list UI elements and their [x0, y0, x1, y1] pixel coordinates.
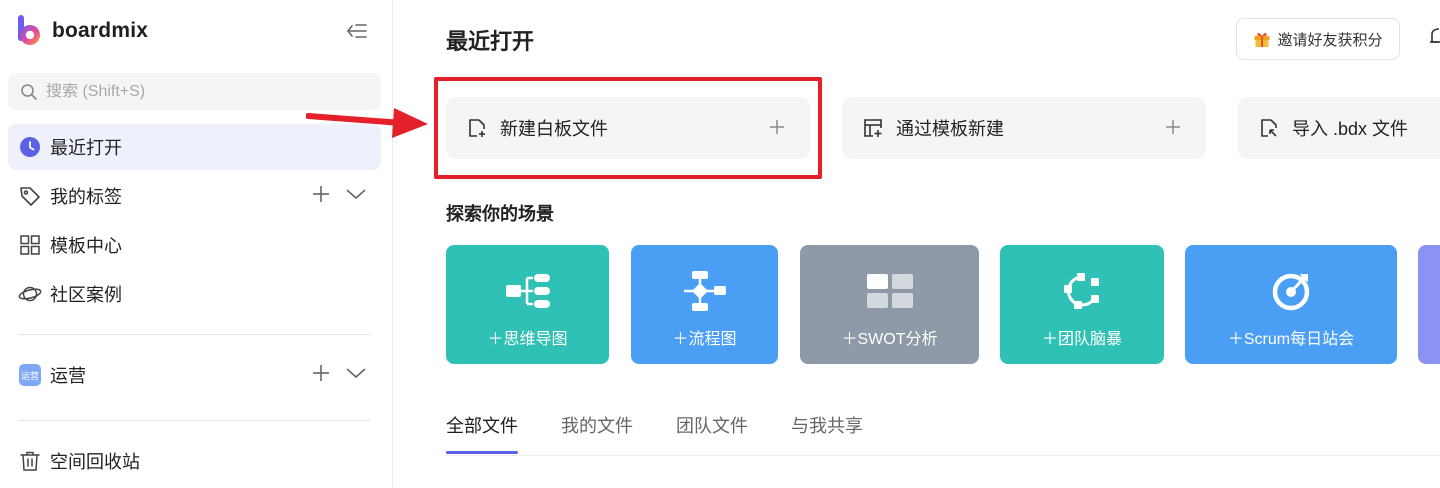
annotation-highlight	[434, 77, 822, 179]
target-icon	[1270, 269, 1312, 313]
scene-card-brainstorm[interactable]: ＋团队脑暴	[1000, 245, 1164, 364]
sidebar-item-label: 社区案例	[50, 285, 122, 305]
template-icon	[862, 117, 884, 139]
scene-label: ＋Scrum每日站会	[1227, 331, 1355, 348]
page-title: 最近打开	[446, 29, 535, 54]
scene-card-mindmap[interactable]: ＋思维导图	[446, 245, 609, 364]
sidebar-item-team-ops[interactable]: 运营 运营	[8, 352, 381, 398]
scene-label: ＋SWOT分析	[841, 331, 938, 348]
sidebar-item-label: 运营	[50, 366, 86, 386]
invite-label: 邀请好友获积分	[1277, 31, 1383, 49]
action-label: 导入 .bdx 文件	[1292, 119, 1409, 139]
scene-card-flowchart[interactable]: ＋流程图	[631, 245, 778, 364]
team-actions	[311, 352, 367, 398]
expand-team-button[interactable]	[345, 363, 367, 388]
team-badge: 运营	[19, 364, 41, 386]
collapse-icon	[346, 24, 367, 38]
grid-icon	[18, 233, 42, 257]
scene-label: ＋团队脑暴	[1041, 331, 1122, 348]
scene-label: ＋流程图	[672, 331, 737, 348]
tab-all-files[interactable]: 全部文件	[446, 412, 518, 454]
logo-text: boardmix	[52, 19, 149, 42]
import-icon	[1258, 117, 1280, 139]
sidebar-item-label: 空间回收站	[50, 452, 140, 472]
notification-button[interactable]	[1428, 26, 1440, 53]
tabs-divider	[446, 455, 1440, 456]
add-team-item-button[interactable]	[311, 363, 331, 388]
search-input[interactable]	[46, 82, 346, 101]
logo[interactable]: boardmix	[16, 14, 148, 48]
swot-grid-icon	[866, 269, 914, 313]
tag-actions	[311, 173, 367, 219]
sidebar-item-trash[interactable]: 空间回收站	[8, 438, 381, 484]
bell-icon	[1430, 28, 1440, 43]
sidebar-item-label: 最近打开	[50, 138, 122, 158]
flowchart-icon	[682, 269, 728, 313]
tab-shared-with-me[interactable]: 与我共享	[791, 412, 863, 454]
sidebar-item-label: 模板中心	[50, 236, 122, 256]
gift-icon	[1254, 32, 1270, 47]
scene-card-more[interactable]	[1418, 245, 1440, 364]
scene-label: ＋思维导图	[487, 331, 568, 348]
import-bdx-button[interactable]: 导入 .bdx 文件	[1238, 97, 1440, 159]
sidebar-item-label: 我的标签	[50, 187, 122, 207]
sidebar-item-tags[interactable]: 我的标签	[8, 173, 381, 219]
annotation-arrow-icon	[306, 108, 428, 138]
planet-icon	[18, 282, 42, 306]
scenes-title: 探索你的场景	[446, 204, 554, 224]
scene-card-swot[interactable]: ＋SWOT分析	[800, 245, 979, 364]
boardmix-logo-icon	[16, 15, 42, 47]
add-tag-button[interactable]	[311, 184, 331, 209]
new-from-template-button[interactable]: 通过模板新建	[842, 97, 1206, 159]
sidebar-divider	[18, 334, 371, 335]
expand-tags-button[interactable]	[345, 184, 367, 209]
tag-icon	[18, 184, 42, 208]
sidebar: boardmix 最近打开 我的标签	[0, 0, 393, 488]
sidebar-item-templates[interactable]: 模板中心	[8, 222, 381, 268]
plus-icon	[313, 185, 329, 202]
clock-icon	[18, 135, 42, 159]
file-tabs: 全部文件 我的文件 团队文件 与我共享	[446, 412, 906, 454]
plus-icon	[313, 364, 329, 381]
sidebar-item-community[interactable]: 社区案例	[8, 271, 381, 317]
plus-icon	[1162, 116, 1184, 138]
chevron-down-icon	[346, 367, 366, 378]
scene-card-scrum[interactable]: ＋Scrum每日站会	[1185, 245, 1397, 364]
invite-friends-button[interactable]: 邀请好友获积分	[1236, 18, 1400, 60]
brainstorm-icon	[1061, 269, 1103, 313]
tab-my-files[interactable]: 我的文件	[561, 412, 633, 454]
action-label: 通过模板新建	[896, 119, 1004, 139]
trash-icon	[18, 449, 42, 473]
team-avatar: 运营	[18, 363, 42, 387]
collapse-sidebar-button[interactable]	[344, 19, 370, 43]
sidebar-divider	[18, 420, 371, 421]
search-icon	[21, 83, 37, 100]
mindmap-icon	[505, 269, 551, 313]
chevron-down-icon	[346, 188, 366, 199]
tab-team-files[interactable]: 团队文件	[676, 412, 748, 454]
